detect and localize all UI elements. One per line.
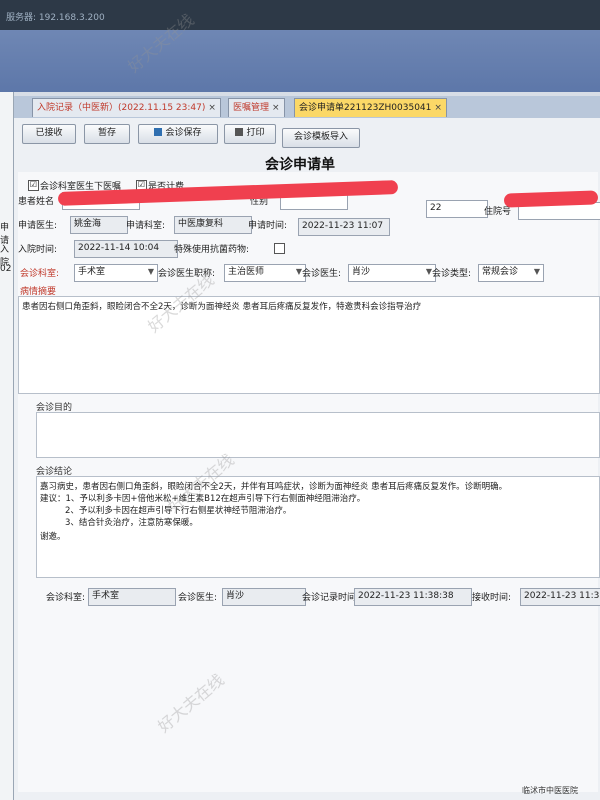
conclusion-line: 谢邀。 <box>40 532 66 542</box>
summary-textarea[interactable]: 患者因右侧口角歪斜，眼睑闭合不全2天，诊断为面神经炎 患者耳后疼痛反复发作，特邀… <box>18 296 600 394</box>
apply-dept-field[interactable]: 中医康复科 <box>174 216 252 234</box>
app-header-bar <box>0 30 600 92</box>
receive-time-label: 接收时间: <box>472 593 512 603</box>
admit-time-field[interactable]: 2022-11-14 10:04 <box>74 240 178 258</box>
apply-time-label: 申请时间: <box>248 221 288 231</box>
status-text: 临沭市中医医院 <box>522 786 578 795</box>
applicant-label: 申请医生: <box>18 221 58 231</box>
apply-dept-label: 申请科室: <box>126 221 166 231</box>
floppy-icon <box>154 128 163 136</box>
antibiotic-label: 特殊使用抗菌药物: <box>174 245 250 255</box>
left-pane: 申请 入院 02 <box>0 92 14 800</box>
tab-orders[interactable]: 医嘱管理 × <box>228 98 285 117</box>
next-order-checkbox[interactable]: ☑ <box>28 180 39 191</box>
consult-dept-value: 手术室 <box>78 267 106 277</box>
server-text: 服务器: 192.168.3.200 <box>6 13 105 23</box>
age-field[interactable]: 22 <box>426 200 488 218</box>
consult-doctor-label: 会诊医生: <box>302 269 342 279</box>
save-button[interactable]: 会诊保存 <box>138 124 218 144</box>
received-button[interactable]: 已接收 <box>22 124 76 144</box>
tab-label: 会诊申请单221123ZH0035041 <box>299 103 432 113</box>
consult-dept-label: 会诊科室: <box>20 269 60 279</box>
admit-time-label: 入院时间: <box>18 245 58 255</box>
tab-label: 医嘱管理 <box>233 103 270 113</box>
print-button[interactable]: 打印 <box>224 124 276 144</box>
conclusion-line: 嘉习病史，患者因右侧口角歪斜，眼睑闭合不全2天，并伴有耳鸣症状，诊断为面神经炎 … <box>40 482 508 492</box>
chevron-down-icon: ▼ <box>147 267 154 276</box>
footer-dept-field[interactable]: 手术室 <box>88 588 176 606</box>
antibiotic-checkbox[interactable] <box>274 243 285 254</box>
tab-admission-record[interactable]: 入院记录（中医新）(2022.11.15 23:47) × <box>32 98 221 117</box>
record-time-label: 会诊记录时间: <box>302 593 360 603</box>
summary-text: 患者因右侧口角歪斜，眼睑闭合不全2天，诊断为面神经炎 患者耳后疼痛反复发作，特邀… <box>22 302 422 312</box>
close-icon[interactable]: × <box>434 103 442 113</box>
consult-dept-select[interactable]: 手术室 ▼ <box>74 264 158 282</box>
print-button-label: 打印 <box>246 128 265 138</box>
template-import-button[interactable]: 会诊模板导入 <box>282 128 360 148</box>
title-bar: 服务器: 192.168.3.200 <box>0 0 600 30</box>
doctor-title-value: 主治医师 <box>228 267 265 277</box>
tab-consult-request[interactable]: 会诊申请单221123ZH0035041 × <box>294 98 447 117</box>
consult-type-select[interactable]: 常规会诊 ▼ <box>478 264 544 282</box>
footer-doctor-field[interactable]: 肖沙 <box>222 588 306 606</box>
consult-doctor-value: 肖沙 <box>352 267 371 277</box>
close-icon[interactable]: × <box>208 103 216 113</box>
footer-doctor-label: 会诊医生: <box>178 593 218 603</box>
purpose-textarea[interactable] <box>36 412 600 458</box>
conclusion-line: 3、结合针灸治疗，注意防寒保暖。 <box>65 518 198 528</box>
consult-type-label: 会诊类型: <box>432 269 472 279</box>
chevron-down-icon: ▼ <box>533 267 540 276</box>
toolbar: 已接收 暂存 会诊保存 打印 会诊模板导入 <box>18 124 598 148</box>
conclusion-textarea[interactable]: 嘉习病史，患者因右侧口角歪斜，眼睑闭合不全2天，并伴有耳鸣症状，诊断为面神经炎 … <box>36 476 600 578</box>
doctor-title-select[interactable]: 主治医师 ▼ <box>224 264 306 282</box>
left-pane-item[interactable]: 02 <box>0 264 11 274</box>
tab-label: 入院记录（中医新）(2022.11.15 23:47) <box>37 103 206 113</box>
close-icon[interactable]: × <box>272 103 280 113</box>
receive-time-field[interactable]: 2022-11-23 11:38 <box>520 588 600 606</box>
patient-name-label: 患者姓名 <box>18 197 55 207</box>
applicant-field[interactable]: 姚金海 <box>70 216 128 234</box>
save-draft-button[interactable]: 暂存 <box>84 124 130 144</box>
save-button-label: 会诊保存 <box>165 128 202 138</box>
consult-form: ☑ 会诊科室医生下医嘱 ☑ 是否计费 患者姓名 性别 22 住院号 申请医生: … <box>18 172 600 792</box>
consult-type-value: 常规会诊 <box>482 267 519 277</box>
consult-doctor-select[interactable]: 肖沙 ▼ <box>348 264 436 282</box>
apply-time-field[interactable]: 2022-11-23 11:07 <box>298 218 390 236</box>
printer-icon <box>235 128 244 136</box>
form-title: 会诊申请单 <box>265 157 335 173</box>
footer-dept-label: 会诊科室: <box>46 593 86 603</box>
tab-strip: 入院记录（中医新）(2022.11.15 23:47) × 医嘱管理 × 会诊申请单… <box>14 96 600 118</box>
record-time-field[interactable]: 2022-11-23 11:38:38 <box>354 588 472 606</box>
